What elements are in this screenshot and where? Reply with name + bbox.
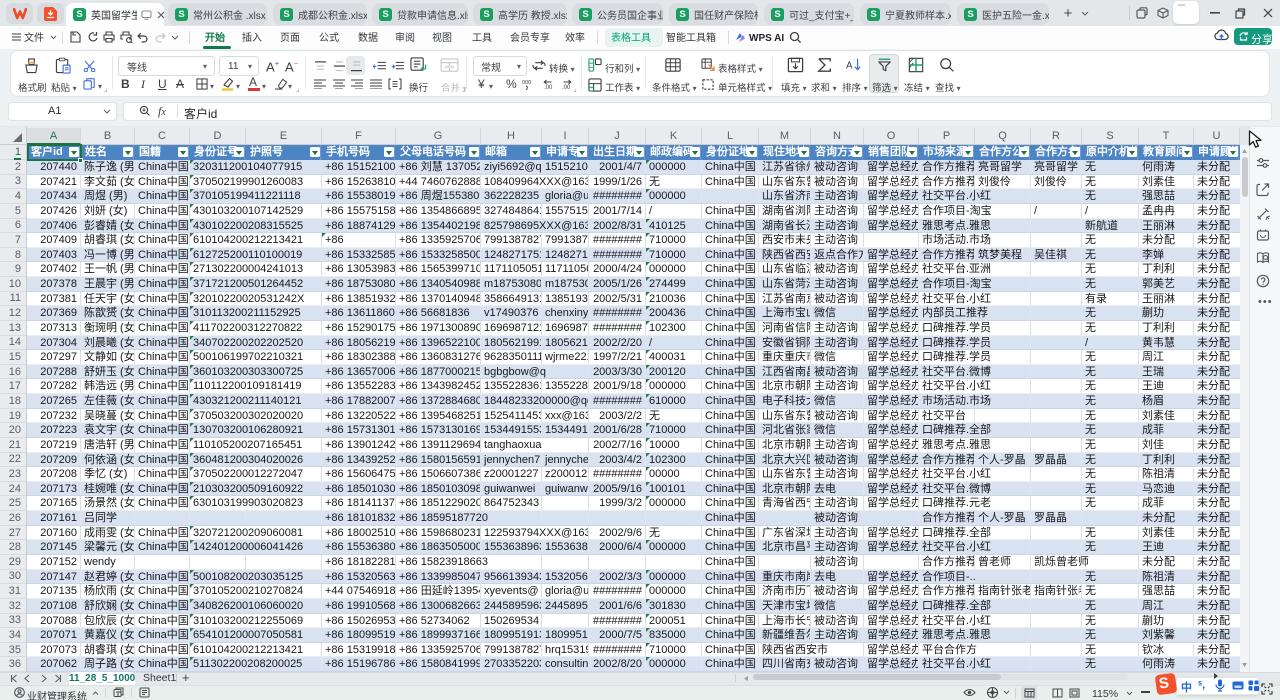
svg-text:.00: .00: [544, 85, 553, 90]
svg-text:.00: .00: [562, 85, 571, 90]
svg-text:000: 000: [522, 80, 531, 86]
svg-text:A: A: [846, 61, 853, 72]
